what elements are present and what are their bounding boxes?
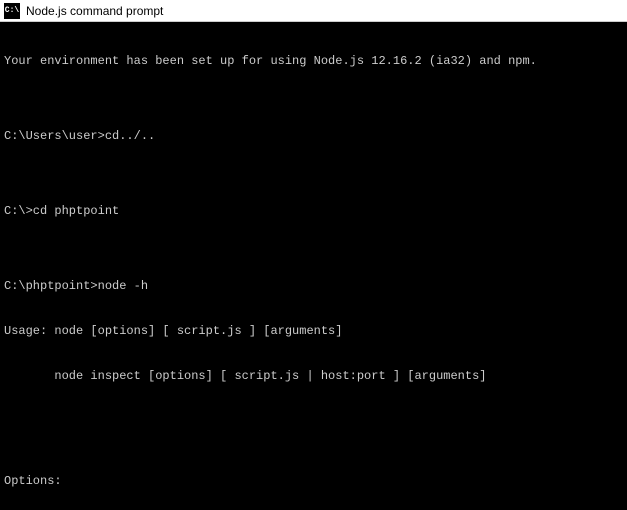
window-titlebar: C:\ Node.js command prompt (0, 0, 627, 22)
terminal-line: C:\Users\user>cd../.. (4, 129, 623, 144)
terminal-line: Usage: node [options] [ script.js ] [arg… (4, 324, 623, 339)
terminal-line: C:\phptpoint>node -h (4, 279, 623, 294)
app-icon: C:\ (4, 3, 20, 19)
window-title: Node.js command prompt (26, 4, 163, 18)
terminal-line: Options: (4, 474, 623, 489)
terminal-output[interactable]: Your environment has been set up for usi… (0, 22, 627, 510)
terminal-line: C:\>cd phptpoint (4, 204, 623, 219)
terminal-line: node inspect [options] [ script.js | hos… (4, 369, 623, 384)
terminal-line: Your environment has been set up for usi… (4, 54, 623, 69)
